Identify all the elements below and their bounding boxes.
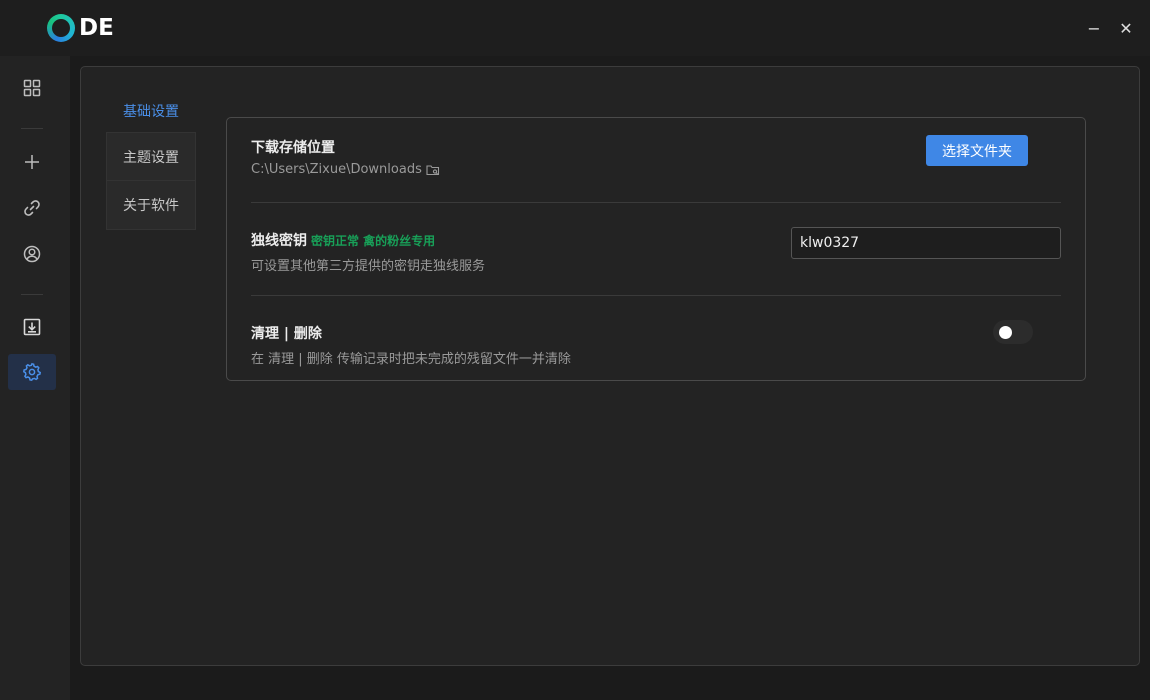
sidebar-item-dashboard[interactable]: [8, 70, 56, 106]
choose-folder-button[interactable]: 选择文件夹: [926, 135, 1028, 166]
key-status-badge: 密钥正常 禽的粉丝专用: [311, 234, 436, 248]
logo-text: DE: [79, 15, 114, 41]
sidebar-divider: [21, 128, 43, 129]
toggle-knob: [999, 326, 1012, 339]
sidebar-item-link[interactable]: [8, 190, 56, 226]
clean-delete-desc: 在 清理 | 删除 传输记录时把未完成的残留文件一并清除: [251, 352, 571, 367]
download-path: C:\Users\Zixue\Downloads: [251, 162, 422, 177]
download-box-icon: [23, 318, 41, 336]
sidebar-item-account[interactable]: [8, 236, 56, 272]
tab-basic-settings[interactable]: 基础设置: [106, 89, 196, 132]
row-divider: [251, 295, 1061, 296]
link-icon: [24, 200, 40, 216]
dedicated-key-input[interactable]: [791, 227, 1061, 259]
user-circle-icon: [23, 245, 41, 263]
row-divider: [251, 202, 1061, 203]
sidebar-divider: [21, 294, 43, 295]
clean-delete-row: 清理 | 删除 在 清理 | 删除 传输记录时把未完成的残留文件一并清除: [251, 323, 1061, 367]
sidebar-item-downloads[interactable]: [8, 309, 56, 345]
sidebar-item-add[interactable]: [8, 144, 56, 180]
plus-icon: [25, 155, 39, 169]
grid-icon: [23, 79, 41, 97]
gear-icon: [22, 362, 42, 382]
tab-about-software[interactable]: 关于软件: [106, 181, 196, 230]
logo-ring-icon: [47, 14, 75, 42]
folder-search-icon[interactable]: [426, 164, 440, 176]
sidebar-item-settings[interactable]: [8, 354, 56, 390]
app-logo: DE: [47, 14, 114, 42]
dedicated-key-title: 独线密钥: [251, 233, 307, 249]
clean-delete-title: 清理 | 删除: [251, 326, 322, 342]
tab-theme-settings[interactable]: 主题设置: [106, 132, 196, 181]
settings-content: 基础设置 主题设置 关于软件 下载存储位置 C:\Users\Zixue\Dow…: [80, 66, 1140, 666]
basic-settings-panel: 下载存储位置 C:\Users\Zixue\Downloads 选择文件夹 独线…: [226, 117, 1086, 381]
minimize-button[interactable]: −: [1082, 16, 1106, 40]
settings-tabs: 基础设置 主题设置 关于软件: [106, 89, 196, 230]
title-bar: DE − ✕: [0, 0, 1150, 56]
clean-delete-toggle[interactable]: [993, 320, 1033, 344]
sidebar: [0, 56, 70, 700]
close-button[interactable]: ✕: [1114, 16, 1138, 40]
